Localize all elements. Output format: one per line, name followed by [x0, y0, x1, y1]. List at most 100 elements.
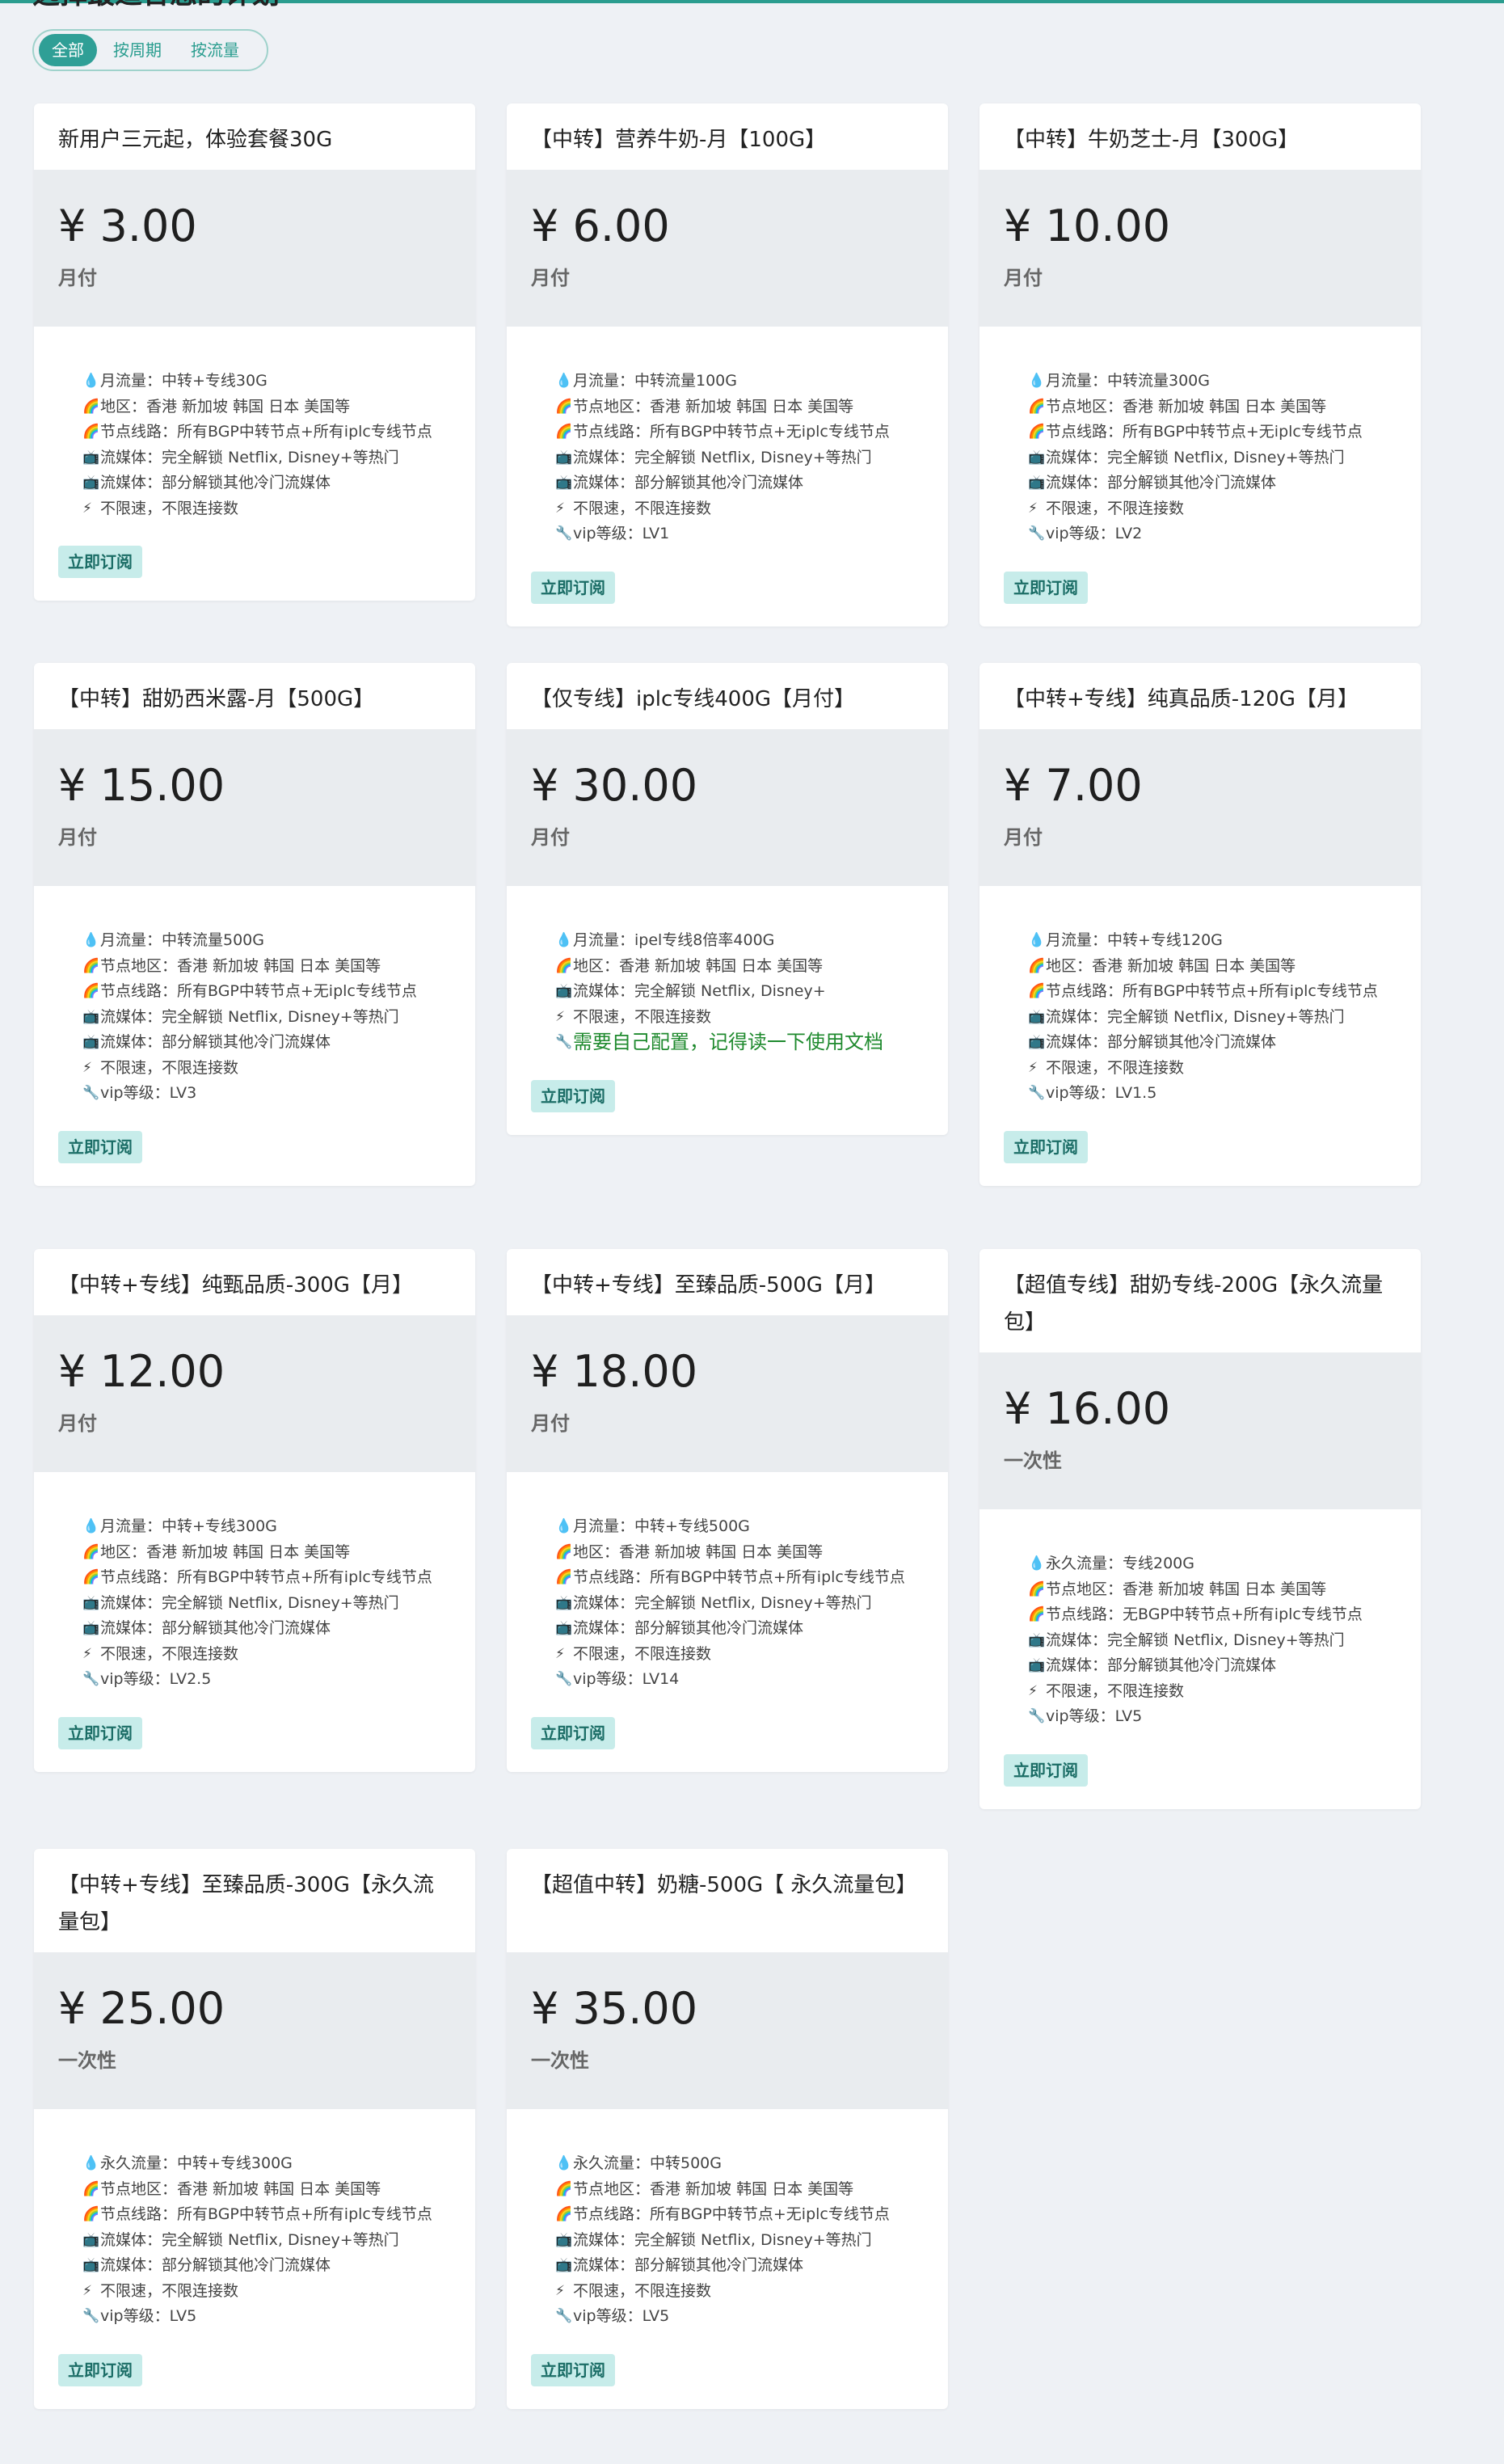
media-icon: 📺 [82, 2257, 100, 2273]
price-band: ¥ 15.00 月付 [34, 729, 475, 886]
feature-item: 💧 永久流量：中转500G [555, 2151, 924, 2177]
plan-price: ¥ 18.00 [531, 1346, 698, 1397]
feature-text: 流媒体：完全解锁 Netflix, Disney+等热门 [573, 448, 872, 466]
flow-icon: 💧 [555, 932, 573, 948]
plan-card: 【中转+专线】至臻品质-500G【月】 ¥ 18.00 月付 💧 月流量：中转+专线50… [507, 1249, 948, 1772]
subscribe-button[interactable]: 立即订阅 [1004, 1753, 1088, 1787]
feature-item: 📺 流媒体：部分解锁其他冷门流媒体 [555, 2253, 924, 2279]
route-icon: 🌈 [555, 1569, 573, 1585]
feature-item: 🔧 vip等级：LV5 [82, 2304, 451, 2330]
route-icon: 🌈 [555, 424, 573, 440]
plan-period: 一次性 [58, 2049, 116, 2072]
feature-text: 地区：香港 新加坡 韩国 日本 美国等 [1046, 956, 1296, 975]
speed-icon: ⚡ [82, 1645, 92, 1662]
feature-text: 流媒体：完全解锁 Netflix, Disney+等热门 [100, 2230, 399, 2249]
feature-item: ⚡ 不限速，不限连接数 [82, 2279, 451, 2305]
subscribe-button[interactable]: 立即订阅 [58, 1130, 142, 1163]
feature-text: 不限速，不限连接数 [1046, 499, 1185, 517]
subscribe-button[interactable]: 立即订阅 [531, 1079, 615, 1112]
subscribe-button[interactable]: 立即订阅 [531, 1716, 615, 1749]
plan-title: 新用户三元起，体验套餐30G [58, 128, 333, 152]
feature-text: 流媒体：部分解锁其他冷门流媒体 [1046, 474, 1277, 492]
feature-item: 🔧 vip等级：LV5 [1028, 1704, 1397, 1730]
feature-text: 流媒体：完全解锁 Netflix, Disney+等热门 [100, 1007, 399, 1026]
feature-item: 📺 流媒体：完全解锁 Netflix, Disney+等热门 [1028, 1005, 1397, 1031]
media-icon: 📺 [555, 1620, 573, 1636]
feature-item: 🌈 节点地区：香港 新加坡 韩国 日本 美国等 [555, 2177, 924, 2203]
subscribe-button[interactable]: 立即订阅 [1004, 1130, 1088, 1163]
feature-item: 📺 流媒体：部分解锁其他冷门流媒体 [82, 1616, 451, 1642]
feature-text: 节点线路：所有BGP中转节点+无iplc专线节点 [100, 982, 417, 1000]
subscribe-button[interactable]: 立即订阅 [58, 546, 142, 578]
subscribe-button[interactable]: 立即订阅 [58, 2353, 142, 2386]
feature-item: 🌈 节点线路：所有BGP中转节点+无iplc专线节点 [1028, 420, 1397, 445]
feature-text: 不限速，不限连接数 [100, 1644, 239, 1663]
feature-item: 💧 月流量：中转流量300G [1028, 369, 1397, 394]
vip-icon: 🔧 [1028, 525, 1046, 542]
feature-list: 💧 月流量：中转+专线120G 🌈 地区：香港 新加坡 韩国 日本 美国等 🌈 节点线路：… [979, 886, 1421, 1107]
feature-text: vip等级：LV3 [100, 1084, 197, 1102]
feature-text: 月流量：中转流量100G [573, 372, 737, 390]
feature-text: 永久流量：专线200G [1046, 1555, 1194, 1572]
flow-icon: 💧 [555, 2155, 573, 2171]
card-footer-spacer [979, 1163, 1421, 1186]
route-icon: 🌈 [1028, 1606, 1046, 1622]
media-icon: 📺 [1028, 1631, 1046, 1648]
card-footer-spacer [507, 1749, 948, 1772]
feature-list: 💧 永久流量：中转+专线300G 🌈 节点地区：香港 新加坡 韩国 日本 美国等 🌈 节点… [34, 2109, 475, 2330]
filter-by-traffic[interactable]: 按流量 [178, 34, 252, 66]
feature-text: 流媒体：完全解锁 Netflix, Disney+等热门 [573, 2230, 872, 2249]
feature-text: vip等级：LV5 [100, 2307, 197, 2325]
feature-item: 🌈 节点地区：香港 新加坡 韩国 日本 美国等 [1028, 394, 1397, 420]
card-footer-spacer [507, 604, 948, 627]
page-title: 选择最适合您的计划 [32, 0, 517, 8]
feature-text: 地区：香港 新加坡 韩国 日本 美国等 [100, 1542, 351, 1561]
feature-text: 节点线路：所有BGP中转节点+无iplc专线节点 [573, 423, 890, 441]
plan-title: 【中转】甜奶西米露-月【500G】 [58, 687, 375, 711]
flow-icon: 💧 [1028, 932, 1046, 948]
feature-item: 📺 流媒体：完全解锁 Netflix, Disney+等热门 [82, 445, 451, 471]
feature-text: 月流量：中转+专线500G [573, 1517, 750, 1535]
subscribe-button[interactable]: 立即订阅 [531, 2353, 615, 2386]
feature-item: 🌈 节点线路：所有BGP中转节点+无iplc专线节点 [82, 979, 451, 1005]
plan-period: 一次性 [531, 2049, 589, 2072]
speed-icon: ⚡ [1028, 500, 1038, 517]
media-icon: 📺 [82, 475, 100, 491]
plan-card: 【超值中转】奶糖-500G【 永久流量包】 ¥ 35.00 一次性 💧 永久流量：中转5… [507, 1849, 948, 2409]
feature-item: 📺 流媒体：部分解锁其他冷门流媒体 [82, 1030, 451, 1056]
route-icon: 🌈 [82, 424, 100, 440]
speed-icon: ⚡ [1028, 1059, 1038, 1076]
region-icon: 🌈 [555, 398, 573, 415]
flow-icon: 💧 [82, 373, 100, 389]
feature-item: 🔧 需要自己配置，记得读一下使用文档 [555, 1030, 924, 1056]
media-icon: 📺 [1028, 1657, 1046, 1673]
speed-icon: ⚡ [1028, 1682, 1038, 1699]
feature-item: 📺 流媒体：部分解锁其他冷门流媒体 [555, 1616, 924, 1642]
plan-price: ¥ 35.00 [531, 1983, 698, 2034]
card-footer-spacer [34, 2386, 475, 2409]
feature-item: 📺 流媒体：部分解锁其他冷门流媒体 [82, 470, 451, 496]
plan-price: ¥ 30.00 [531, 760, 698, 811]
subscribe-button[interactable]: 立即订阅 [1004, 571, 1088, 604]
feature-item: 🔧 vip等级：LV2 [1028, 521, 1397, 547]
feature-item: 🌈 地区：香港 新加坡 韩国 日本 美国等 [1028, 954, 1397, 980]
feature-text: 流媒体：部分解锁其他冷门流媒体 [1046, 1656, 1277, 1674]
feature-text: 节点地区：香港 新加坡 韩国 日本 美国等 [1046, 1580, 1327, 1598]
filter-all[interactable]: 全部 [39, 34, 97, 66]
subscribe-button[interactable]: 立即订阅 [58, 1716, 142, 1749]
feature-item: 📺 流媒体：完全解锁 Netflix, Disney+等热门 [1028, 445, 1397, 471]
speed-icon: ⚡ [555, 1008, 565, 1025]
feature-item: 🌈 节点线路：所有BGP中转节点+所有iplc专线节点 [82, 420, 451, 445]
subscribe-button[interactable]: 立即订阅 [531, 571, 615, 604]
feature-text: 月流量：中转+专线120G [1046, 931, 1223, 949]
feature-text: 月流量：中转+专线300G [100, 1517, 277, 1535]
filter-by-period[interactable]: 按周期 [100, 34, 175, 66]
media-icon: 📺 [1028, 1008, 1046, 1025]
speed-icon: ⚡ [82, 2282, 92, 2299]
vip-icon: 🔧 [555, 1671, 573, 1687]
feature-text: 流媒体：部分解锁其他冷门流媒体 [100, 2256, 331, 2274]
card-footer-spacer [34, 1163, 475, 1186]
plan-title: 【中转】牛奶芝士-月【300G】 [1004, 128, 1300, 152]
feature-item: 💧 月流量：中转+专线120G [1028, 928, 1397, 954]
route-icon: 🌈 [82, 983, 100, 999]
